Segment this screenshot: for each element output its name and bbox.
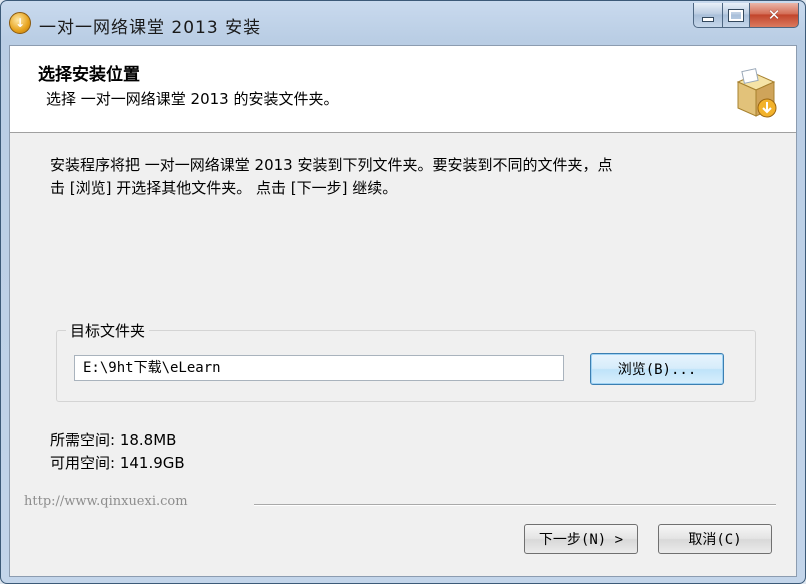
cancel-button[interactable]: 取消(C) (658, 524, 772, 554)
page-subtitle: 选择 一对一网络课堂 2013 的安装文件夹。 (46, 90, 339, 108)
intro-line-1: 安装程序将把 一对一网络课堂 2013 安装到下列文件夹。要安装到不同的文件夹，… (50, 156, 613, 174)
page-title: 选择安装位置 (38, 65, 140, 85)
footer-divider (254, 504, 776, 506)
brand-url: http://www.qinxuexi.com (24, 494, 188, 509)
browse-button[interactable]: 浏览(B)... (590, 353, 724, 385)
destination-path-input[interactable]: E:\9ht下载\eLearn (74, 355, 564, 381)
installer-window: ↓ 一对一网络课堂 2013 安装 ✕ 选择安装位置 选择 一对一网络课堂 20… (0, 0, 806, 584)
close-icon: ✕ (767, 6, 781, 24)
next-button[interactable]: 下一步(N) > (524, 524, 638, 554)
space-required: 所需空间: 18.8MB (50, 431, 177, 449)
window-controls: ✕ (693, 3, 799, 29)
destination-folder-label: 目标文件夹 (66, 320, 150, 341)
app-icon[interactable]: ↓ (9, 12, 31, 34)
minimize-button[interactable] (693, 3, 723, 28)
title-bar[interactable]: ↓ 一对一网络课堂 2013 安装 ✕ (1, 1, 805, 45)
dialog-client-area: 选择安装位置 选择 一对一网络课堂 2013 的安装文件夹。 安装程序将把 一对… (9, 45, 797, 577)
intro-text: 安装程序将把 一对一网络课堂 2013 安装到下列文件夹。要安装到不同的文件夹，… (50, 154, 770, 200)
maximize-icon (728, 8, 744, 22)
window-title: 一对一网络课堂 2013 安装 (39, 18, 262, 38)
close-button[interactable]: ✕ (750, 3, 799, 28)
minimize-icon (702, 16, 714, 22)
installer-box-icon (736, 68, 777, 118)
space-available: 可用空间: 141.9GB (50, 454, 185, 472)
page-header: 选择安装位置 选择 一对一网络课堂 2013 的安装文件夹。 (10, 46, 796, 133)
intro-line-2: 击 [浏览] 开选择其他文件夹。 点击 [下一步] 继续。 (50, 179, 398, 197)
maximize-button[interactable] (723, 3, 750, 28)
